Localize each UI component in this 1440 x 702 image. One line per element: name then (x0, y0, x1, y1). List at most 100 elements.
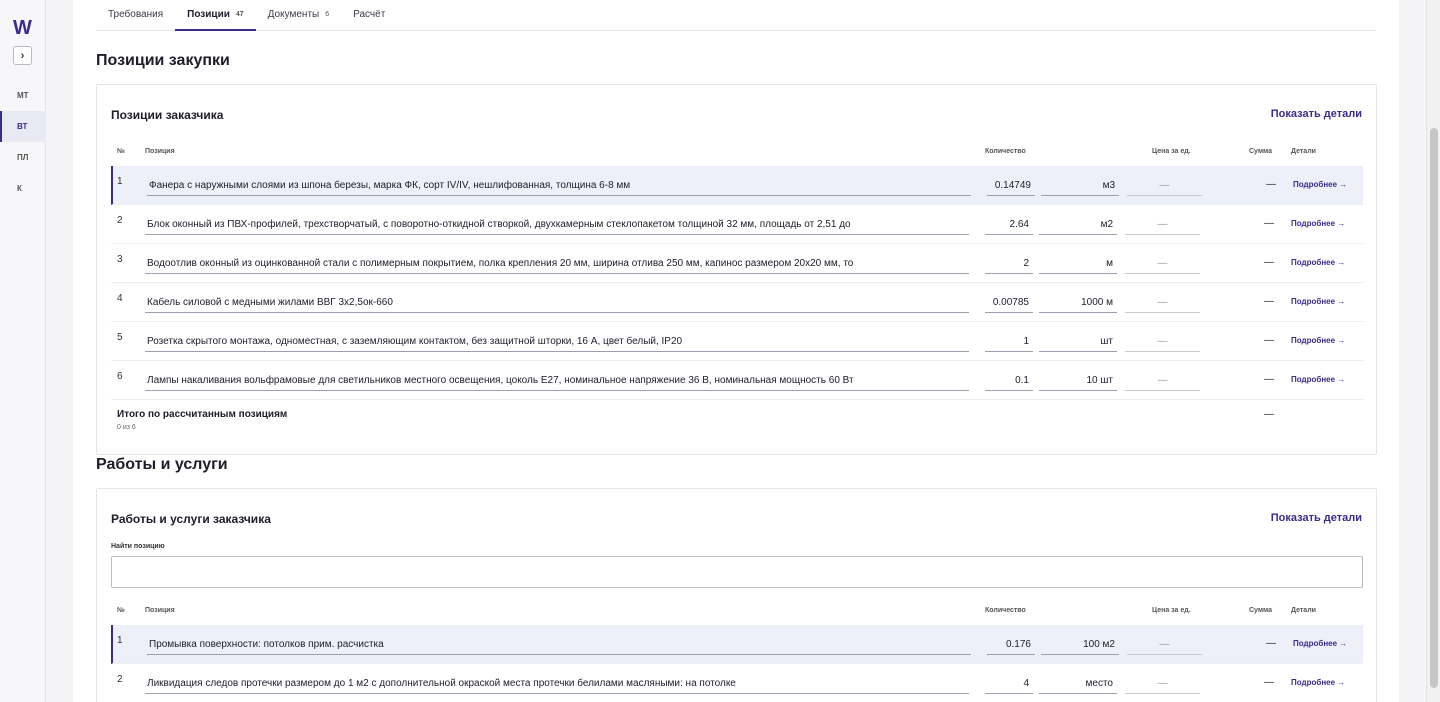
position-name-field[interactable]: Промывка поверхности: потолков прим. рас… (147, 635, 971, 655)
quantity-field[interactable]: 0.176 (987, 635, 1035, 655)
col-price: Цена за ед. (1152, 607, 1191, 614)
details-link[interactable]: Подробнее → (1291, 375, 1345, 384)
sidebar-item-mt[interactable]: МТ (0, 80, 46, 111)
row-sum: — (1264, 218, 1274, 229)
quantity-field[interactable]: 4 (985, 674, 1033, 694)
row-number: 3 (117, 254, 123, 265)
position-name-field[interactable]: Лампы накаливания вольфрамовые для свети… (145, 371, 969, 391)
card-title: Позиции заказчика (111, 108, 224, 122)
table-row[interactable]: 2 Блок оконный из ПВХ-профилей, трехство… (111, 205, 1363, 244)
search-input[interactable] (111, 556, 1363, 588)
tab-bar: Требования Позиции 47 Документы 6 Расчёт (96, 0, 1376, 31)
table-row[interactable]: 1 Фанера с наружными слоями из шпона бер… (111, 166, 1363, 205)
table-header: № Позиция Количество Цена за ед. Сумма Д… (111, 607, 1363, 621)
sidebar-item-k[interactable]: К (0, 173, 46, 204)
search-label: Найти позицию (111, 543, 165, 550)
details-link[interactable]: Подробнее → (1291, 297, 1345, 306)
row-sum: — (1266, 179, 1276, 190)
sidebar-item-vt[interactable]: ВТ (0, 111, 46, 142)
unit-field[interactable]: м3 (1041, 176, 1119, 196)
row-number: 5 (117, 332, 123, 343)
table-row[interactable]: 1 Промывка поверхности: потолков прим. р… (111, 625, 1363, 664)
tab-documents[interactable]: Документы 6 (256, 0, 341, 31)
quantity-field[interactable]: 2 (985, 254, 1033, 274)
unit-price-field[interactable]: — (1125, 254, 1200, 274)
sidebar-item-pl[interactable]: ПЛ (0, 142, 46, 173)
col-sum: Сумма (1249, 607, 1273, 614)
position-name-field[interactable]: Блок оконный из ПВХ-профилей, трехстворч… (145, 215, 969, 235)
total-sum: — (1264, 409, 1274, 420)
unit-field[interactable]: 100 м2 (1041, 635, 1119, 655)
unit-price-field[interactable]: — (1127, 635, 1202, 655)
unit-field[interactable]: 10 шт (1039, 371, 1117, 391)
show-details-link[interactable]: Показать детали (1271, 108, 1362, 120)
table-row[interactable]: 3 Водоотлив оконный из оцинкованной стал… (111, 244, 1363, 283)
col-sum: Сумма (1249, 148, 1273, 155)
row-sum: — (1266, 638, 1276, 649)
position-name-field[interactable]: Ликвидация следов протечки размером до 1… (145, 674, 969, 694)
row-number: 1 (117, 176, 123, 187)
quantity-field[interactable]: 0.00785 (985, 293, 1033, 313)
tab-label: Позиции (187, 9, 230, 20)
tab-label: Документы (267, 9, 320, 20)
sidebar-item-label: ВТ (17, 122, 28, 131)
table-row[interactable]: 6 Лампы накаливания вольфрамовые для све… (111, 361, 1363, 400)
sidebar: W › МТ ВТ ПЛ К (0, 0, 46, 702)
app-logo: W (13, 17, 32, 39)
unit-price-field[interactable]: — (1125, 332, 1200, 352)
table-row[interactable]: 5 Розетка скрытого монтажа, одноместная,… (111, 322, 1363, 361)
chevron-right-icon: › (20, 49, 25, 62)
position-name-field[interactable]: Розетка скрытого монтажа, одноместная, с… (145, 332, 969, 352)
quantity-field[interactable]: 1 (985, 332, 1033, 352)
details-link[interactable]: Подробнее → (1291, 219, 1345, 228)
tab-positions[interactable]: Позиции 47 (175, 0, 256, 31)
details-link[interactable]: Подробнее → (1291, 258, 1345, 267)
details-link[interactable]: Подробнее → (1291, 336, 1345, 345)
row-number: 1 (117, 635, 123, 646)
quantity-field[interactable]: 0.1 (985, 371, 1033, 391)
col-num: № (117, 148, 125, 155)
col-qty: Количество (985, 148, 1026, 155)
page-scrollbar[interactable] (1426, 0, 1440, 702)
details-link[interactable]: Подробнее → (1293, 180, 1347, 189)
table-header: № Позиция Количество Цена за ед. Сумма Д… (111, 148, 1363, 162)
show-details-link[interactable]: Показать детали (1271, 512, 1362, 524)
unit-field[interactable]: место (1039, 674, 1117, 694)
customer-works-card: Работы и услуги заказчика Показать детал… (96, 488, 1377, 702)
quantity-field[interactable]: 2.64 (985, 215, 1033, 235)
details-link[interactable]: Подробнее → (1291, 678, 1345, 687)
table-row[interactable]: 2 Ликвидация следов протечки размером до… (111, 664, 1363, 702)
col-position: Позиция (145, 148, 175, 155)
tab-calculation[interactable]: Расчёт (341, 0, 397, 31)
card-title: Работы и услуги заказчика (111, 512, 271, 526)
table-row[interactable]: 4 Кабель силовой с медными жилами ВВГ 3х… (111, 283, 1363, 322)
col-num: № (117, 607, 125, 614)
unit-field[interactable]: 1000 м (1039, 293, 1117, 313)
unit-price-field[interactable]: — (1125, 371, 1200, 391)
main-content: Требования Позиции 47 Документы 6 Расчёт П… (73, 0, 1399, 702)
sidebar-expand-button[interactable]: › (13, 46, 32, 65)
tab-label: Расчёт (353, 9, 386, 20)
col-details: Детали (1291, 607, 1316, 614)
position-name-field[interactable]: Фанера с наружными слоями из шпона берез… (147, 176, 971, 196)
position-name-field[interactable]: Кабель силовой с медными жилами ВВГ 3х2,… (145, 293, 969, 313)
unit-field[interactable]: шт (1039, 332, 1117, 352)
unit-price-field[interactable]: — (1125, 215, 1200, 235)
row-number: 6 (117, 371, 123, 382)
tab-count-badge: 47 (235, 11, 244, 18)
details-link[interactable]: Подробнее → (1293, 639, 1347, 648)
sidebar-item-label: ПЛ (17, 153, 29, 162)
works-section-title: Работы и услуги (96, 456, 228, 473)
scrollbar-thumb[interactable] (1430, 128, 1438, 688)
row-number: 4 (117, 293, 123, 304)
unit-field[interactable]: м2 (1039, 215, 1117, 235)
unit-price-field[interactable]: — (1127, 176, 1202, 196)
unit-price-field[interactable]: — (1125, 293, 1200, 313)
tab-count-badge: 6 (325, 11, 330, 18)
unit-field[interactable]: м (1039, 254, 1117, 274)
row-sum: — (1264, 296, 1274, 307)
unit-price-field[interactable]: — (1125, 674, 1200, 694)
position-name-field[interactable]: Водоотлив оконный из оцинкованной стали … (145, 254, 969, 274)
tab-requirements[interactable]: Требования (96, 0, 175, 31)
quantity-field[interactable]: 0.14749 (987, 176, 1035, 196)
